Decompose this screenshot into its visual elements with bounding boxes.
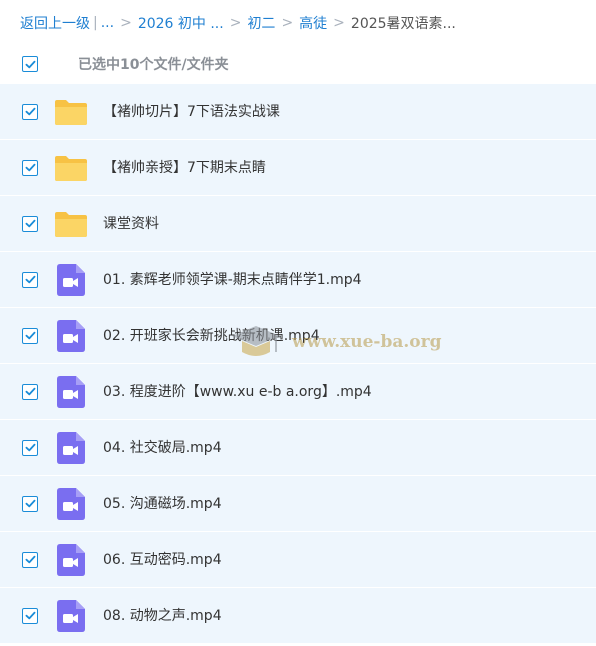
video-file-icon <box>54 487 88 521</box>
checkmark-icon <box>25 611 35 620</box>
checkmark-icon <box>25 107 35 116</box>
back-link[interactable]: 返回上一级 <box>20 13 90 33</box>
file-row[interactable]: 05. 沟通磁场.mp4 <box>0 476 596 532</box>
breadcrumb-separator: > <box>120 15 132 31</box>
breadcrumb-separator: > <box>333 15 345 31</box>
file-name[interactable]: 01. 素辉老师领学课-期末点睛伴学1.mp4 <box>103 252 362 308</box>
selection-count: 已选中10个文件/文件夹 <box>78 57 229 73</box>
file-row[interactable]: 08. 动物之声.mp4 <box>0 588 596 644</box>
file-list: 【褚帅切片】7下语法实战课 【褚帅亲授】7下期末点睛 课堂资料 01. 素辉老师… <box>0 84 596 644</box>
checkmark-icon <box>25 555 35 564</box>
file-row[interactable]: 【褚帅切片】7下语法实战课 <box>0 84 596 140</box>
checkmark-icon <box>25 443 35 452</box>
breadcrumb-ellipsis[interactable]: ... <box>101 15 114 31</box>
row-checkbox[interactable] <box>22 607 38 624</box>
row-checkbox[interactable] <box>22 383 38 400</box>
selection-header: 已选中10个文件/文件夹 <box>0 44 596 84</box>
folder-icon <box>54 151 88 185</box>
row-checkbox[interactable] <box>22 215 38 232</box>
file-row[interactable]: 03. 程度进阶【www.xu e-b a.org】.mp4 <box>0 364 596 420</box>
row-checkbox[interactable] <box>22 271 38 288</box>
video-file-icon <box>54 319 88 353</box>
row-checkbox[interactable] <box>22 439 38 456</box>
file-name[interactable]: 06. 互动密码.mp4 <box>103 532 222 588</box>
file-row[interactable]: 02. 开班家长会新挑战新机遇.mp4 <box>0 308 596 364</box>
file-name[interactable]: 【褚帅切片】7下语法实战课 <box>103 84 280 140</box>
folder-icon <box>54 207 88 241</box>
file-name[interactable]: 03. 程度进阶【www.xu e-b a.org】.mp4 <box>103 364 372 420</box>
video-file-icon <box>54 599 88 633</box>
file-row[interactable]: 课堂资料 <box>0 196 596 252</box>
file-name[interactable]: 课堂资料 <box>103 196 159 252</box>
video-file-icon <box>54 263 88 297</box>
file-row[interactable]: 01. 素辉老师领学课-期末点睛伴学1.mp4 <box>0 252 596 308</box>
breadcrumb: 返回上一级 | ... > 2026 初中 ... > 初二 > 高徒 > 20… <box>20 12 456 34</box>
folder-icon <box>54 95 88 129</box>
checkmark-icon <box>25 163 35 172</box>
breadcrumb-item[interactable]: 高徒 <box>299 13 327 33</box>
row-checkbox[interactable] <box>22 327 38 344</box>
checkmark-icon <box>25 275 35 284</box>
breadcrumb-item[interactable]: 2026 初中 ... <box>138 13 224 33</box>
file-row[interactable]: 04. 社交破局.mp4 <box>0 420 596 476</box>
checkmark-icon <box>25 219 35 228</box>
file-name[interactable]: 02. 开班家长会新挑战新机遇.mp4 <box>103 308 320 364</box>
file-name[interactable]: 08. 动物之声.mp4 <box>103 588 222 644</box>
breadcrumb-separator: > <box>229 15 242 31</box>
row-checkbox[interactable] <box>22 551 38 568</box>
checkmark-icon <box>25 60 35 68</box>
breadcrumb-current: 2025暑双语素... <box>350 16 456 32</box>
row-checkbox[interactable] <box>22 159 38 176</box>
file-row[interactable]: 06. 互动密码.mp4 <box>0 532 596 588</box>
file-name[interactable]: 04. 社交破局.mp4 <box>103 420 222 476</box>
breadcrumb-item[interactable]: 初二 <box>247 13 275 33</box>
select-all-checkbox[interactable] <box>22 56 38 72</box>
row-checkbox[interactable] <box>22 495 38 512</box>
breadcrumb-separator: > <box>281 15 294 31</box>
video-file-icon <box>54 375 88 409</box>
file-row[interactable]: 【褚帅亲授】7下期末点睛 <box>0 140 596 196</box>
checkmark-icon <box>25 387 35 396</box>
checkmark-icon <box>25 499 35 508</box>
video-file-icon <box>54 431 88 465</box>
video-file-icon <box>54 543 88 577</box>
checkmark-icon <box>25 331 35 340</box>
file-name[interactable]: 【褚帅亲授】7下期末点睛 <box>103 140 266 196</box>
file-name[interactable]: 05. 沟通磁场.mp4 <box>103 476 222 532</box>
row-checkbox[interactable] <box>22 103 38 120</box>
breadcrumb-pipe: | <box>93 15 98 31</box>
